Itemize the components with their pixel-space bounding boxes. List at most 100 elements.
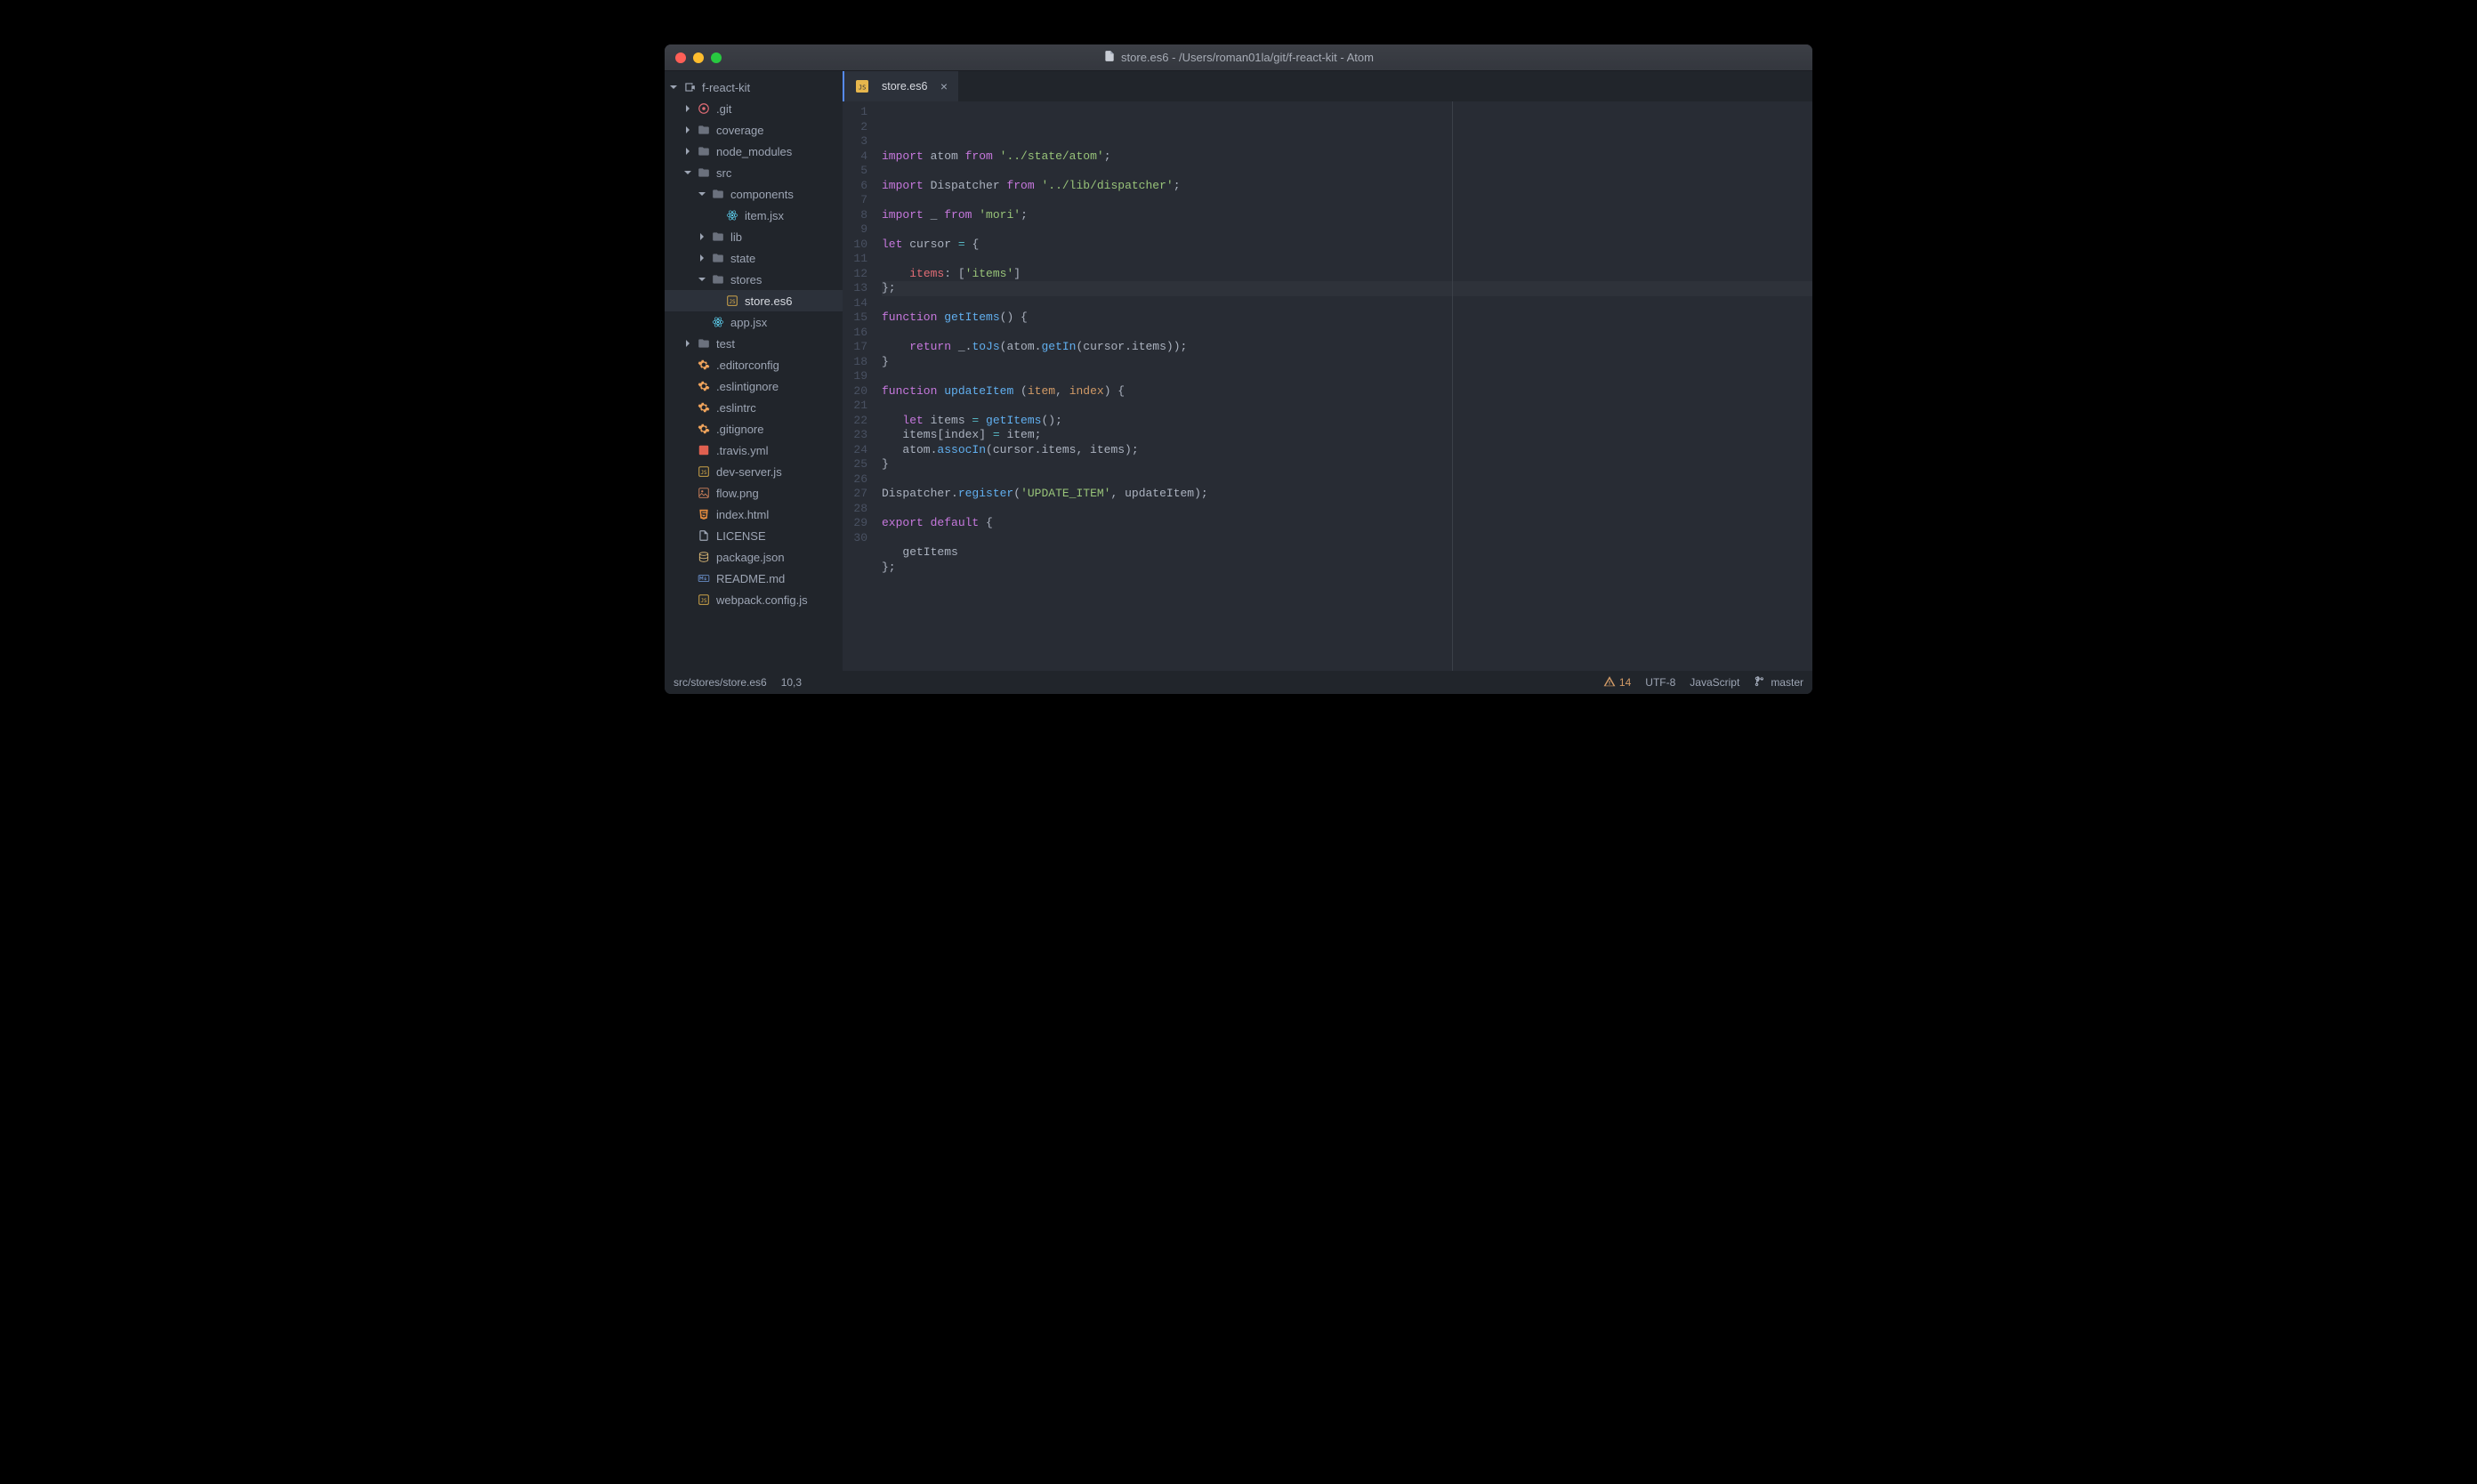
status-file-path[interactable]: src/stores/store.es6 [674, 676, 767, 689]
tree-label: app.jsx [730, 316, 767, 329]
tree-file[interactable]: flow.png [665, 482, 843, 504]
window-minimize-button[interactable] [693, 52, 704, 63]
code-line[interactable]: let items = getItems(); [882, 414, 1812, 429]
code-line[interactable] [882, 369, 1812, 384]
window-maximize-button[interactable] [711, 52, 722, 63]
tree-label: item.jsx [745, 209, 784, 222]
gear-icon [697, 358, 711, 372]
code-line[interactable] [882, 531, 1812, 546]
tree-label: store.es6 [745, 294, 792, 308]
code-line[interactable] [882, 252, 1812, 267]
tree-file[interactable]: .eslintignore [665, 375, 843, 397]
js-icon: JS [725, 294, 739, 308]
tree-label: components [730, 188, 794, 201]
code-line[interactable]: items[index] = item; [882, 428, 1812, 443]
code-line[interactable]: export default { [882, 516, 1812, 531]
tree-label: src [716, 166, 731, 180]
svg-text:JS: JS [701, 599, 708, 604]
tree-file[interactable]: .travis.yml [665, 440, 843, 461]
git-branch-icon [1754, 675, 1766, 690]
code-line[interactable]: atom.assocIn(cursor.items, items); [882, 443, 1812, 458]
code-line[interactable]: import _ from 'mori'; [882, 208, 1812, 223]
code-line[interactable]: } [882, 457, 1812, 472]
tree-label: dev-server.js [716, 465, 782, 479]
line-number: 9 [843, 222, 867, 238]
tree-file[interactable]: JS store.es6 [665, 290, 843, 311]
tree-label: .eslintignore [716, 380, 779, 393]
titlebar[interactable]: store.es6 - /Users/roman01la/git/f-react… [665, 44, 1812, 71]
tree-label: LICENSE [716, 529, 766, 543]
code-line[interactable] [882, 399, 1812, 414]
line-number: 17 [843, 340, 867, 355]
code-content[interactable]: import atom from '../state/atom'; import… [875, 101, 1812, 671]
line-number: 25 [843, 457, 867, 472]
code-line[interactable]: }; [882, 281, 1812, 296]
tree-file[interactable]: JSdev-server.js [665, 461, 843, 482]
code-line[interactable]: items: ['items'] [882, 267, 1812, 282]
tree-file[interactable]: item.jsx [665, 205, 843, 226]
tab-bar[interactable]: JS store.es6 × [843, 71, 1812, 101]
folder-icon [697, 144, 711, 158]
window-close-button[interactable] [675, 52, 686, 63]
code-line[interactable]: return _.toJs(atom.getIn(cursor.items)); [882, 340, 1812, 355]
tree-project-root[interactable]: f-react-kit [665, 77, 843, 98]
code-line[interactable]: function getItems() { [882, 311, 1812, 326]
tree-file[interactable]: .editorconfig [665, 354, 843, 375]
code-line[interactable]: import Dispatcher from '../lib/dispatche… [882, 179, 1812, 194]
code-line[interactable]: function updateItem (item, index) { [882, 384, 1812, 399]
line-number: 4 [843, 149, 867, 165]
tree-folder[interactable]: src [665, 162, 843, 183]
code-line[interactable]: getItems [882, 545, 1812, 561]
code-line[interactable] [882, 193, 1812, 208]
tree-folder[interactable]: state [665, 247, 843, 269]
code-line[interactable]: let cursor = { [882, 238, 1812, 253]
status-encoding[interactable]: UTF-8 [1645, 676, 1675, 689]
code-line[interactable] [882, 164, 1812, 179]
code-line[interactable] [882, 326, 1812, 341]
tree-folder[interactable]: .git [665, 98, 843, 119]
code-line[interactable] [882, 222, 1812, 238]
status-git-branch[interactable]: master [1754, 675, 1803, 690]
md-icon [697, 571, 711, 585]
tree-file[interactable]: index.html [665, 504, 843, 525]
code-line[interactable]: import atom from '../state/atom'; [882, 149, 1812, 165]
status-warnings[interactable]: 14 [1603, 675, 1631, 690]
tree-file[interactable]: LICENSE [665, 525, 843, 546]
tree-file[interactable]: .gitignore [665, 418, 843, 440]
code-line[interactable] [882, 472, 1812, 488]
tree-folder[interactable]: stores [665, 269, 843, 290]
file-tree-sidebar[interactable]: f-react-kit.gitcoveragenode_modulessrc co… [665, 71, 843, 671]
tree-folder[interactable]: components [665, 183, 843, 205]
code-line[interactable] [882, 575, 1812, 590]
code-line[interactable] [882, 296, 1812, 311]
line-number: 20 [843, 384, 867, 399]
traffic-lights [665, 52, 722, 63]
code-line[interactable]: }; [882, 561, 1812, 576]
code-line[interactable]: } [882, 355, 1812, 370]
line-number: 26 [843, 472, 867, 488]
tree-folder[interactable]: node_modules [665, 141, 843, 162]
status-cursor-position[interactable]: 10,3 [781, 676, 802, 689]
tab-store-es6[interactable]: JS store.es6 × [843, 71, 958, 101]
status-branch-name: master [1771, 676, 1803, 689]
code-editor[interactable]: 1234567891011121314151617181920212223242… [843, 101, 1812, 671]
tree-folder[interactable]: test [665, 333, 843, 354]
tree-file[interactable]: app.jsx [665, 311, 843, 333]
status-language[interactable]: JavaScript [1690, 676, 1739, 689]
git-icon [697, 101, 711, 116]
chevron-right-icon [698, 232, 707, 241]
tab-close-icon[interactable]: × [940, 79, 948, 93]
tree-folder[interactable]: coverage [665, 119, 843, 141]
editor-area: JS store.es6 × 1234567891011121314151617… [843, 71, 1812, 671]
code-line[interactable]: Dispatcher.register('UPDATE_ITEM', updat… [882, 487, 1812, 502]
tree-file[interactable]: .eslintrc [665, 397, 843, 418]
gear-icon [697, 379, 711, 393]
line-number: 15 [843, 311, 867, 326]
tree-label: .editorconfig [716, 359, 779, 372]
tree-file[interactable]: package.json [665, 546, 843, 568]
tab-label: store.es6 [882, 80, 927, 93]
tree-file[interactable]: JSwebpack.config.js [665, 589, 843, 610]
tree-file[interactable]: README.md [665, 568, 843, 589]
code-line[interactable] [882, 502, 1812, 517]
tree-folder[interactable]: lib [665, 226, 843, 247]
